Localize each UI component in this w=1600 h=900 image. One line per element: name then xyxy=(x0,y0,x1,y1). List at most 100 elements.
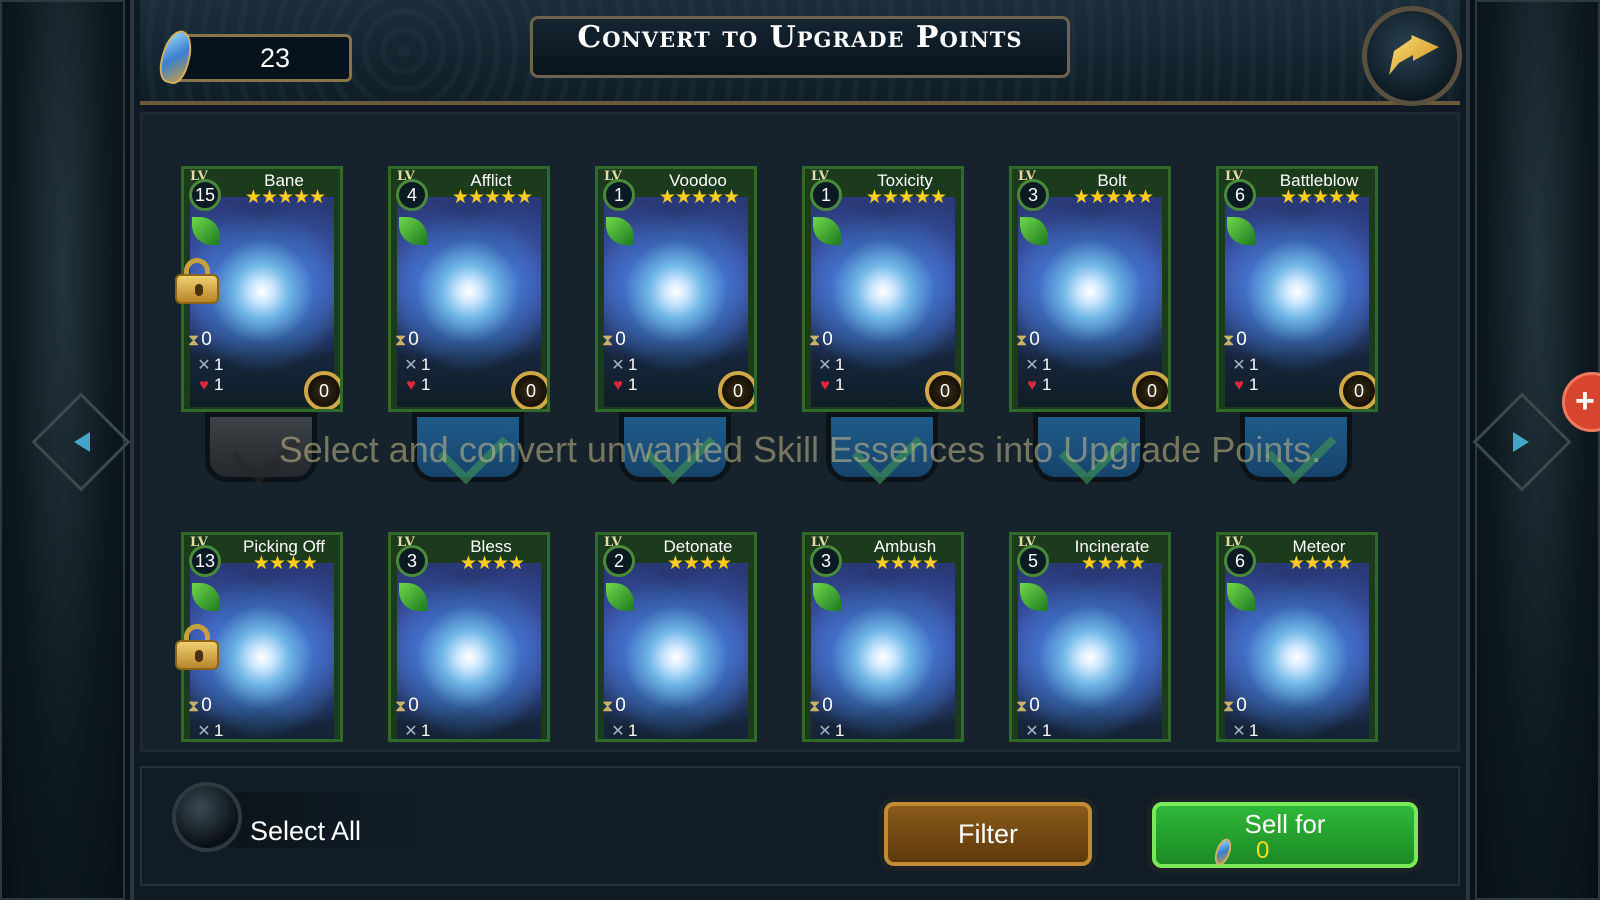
select-checkbox[interactable] xyxy=(205,412,317,485)
card-cooldown: ⧗ 0 xyxy=(602,695,626,717)
card-health: ♥1 xyxy=(608,741,637,742)
lock-icon[interactable] xyxy=(175,258,219,304)
card-attack-value: 1 xyxy=(835,355,845,374)
card-attack-value: 1 xyxy=(628,355,638,374)
card-cooldown-value: 0 xyxy=(615,695,626,716)
select-all-label[interactable]: Select All xyxy=(250,814,361,848)
card-cooldown-value: 0 xyxy=(1029,695,1040,716)
card-health-value: 1 xyxy=(1249,741,1258,742)
card-cooldown-value: 0 xyxy=(822,329,833,350)
card-stars: ★★★★ xyxy=(1080,553,1146,574)
next-page-arrow-icon[interactable] xyxy=(1513,432,1529,452)
card-level: 5 xyxy=(1017,545,1049,577)
card-attack: ✕ 1 xyxy=(1022,721,1051,739)
hourglass-icon: ⧗ xyxy=(188,698,200,715)
sell-value: 0 xyxy=(1256,837,1270,864)
card-health-value: 1 xyxy=(421,375,431,394)
select-all-toggle[interactable] xyxy=(172,782,242,852)
card-attack-value: 1 xyxy=(628,721,638,740)
card-stars: ★★★★★ xyxy=(1279,187,1361,208)
card-cooldown: ⧗ 0 xyxy=(395,329,419,351)
card-health-value: 1 xyxy=(1042,741,1051,742)
card-cooldown: ⧗ 0 xyxy=(1223,695,1247,717)
card-cooldown: ⧗ 0 xyxy=(395,695,419,717)
upgrade-point-badge: 0 xyxy=(718,371,754,409)
sword-icon: ✕ xyxy=(818,723,832,740)
heart-icon: ♥ xyxy=(820,377,830,394)
upgrade-point-badge: 0 xyxy=(1132,371,1168,409)
card-health: ♥1 xyxy=(1229,375,1258,395)
skill-card[interactable]: LV3Bless★★★★⧗0✕1♥1 xyxy=(388,532,550,742)
sell-button[interactable]: Sell for 0 xyxy=(1152,802,1418,868)
left-frame xyxy=(0,0,131,900)
upgrade-point-badge: 0 xyxy=(1339,371,1375,409)
skill-card[interactable]: LV2Detonate★★★★⧗0✕1♥1 xyxy=(595,532,757,742)
card-level: 3 xyxy=(396,545,428,577)
skill-card[interactable]: LV3Ambush★★★★⧗0✕1♥1 xyxy=(802,532,964,742)
select-checkbox[interactable] xyxy=(1240,412,1352,485)
sword-icon: ✕ xyxy=(1025,357,1039,374)
card-cooldown-value: 0 xyxy=(615,329,626,350)
card-attack-value: 1 xyxy=(835,721,845,740)
hourglass-icon: ⧗ xyxy=(602,698,614,715)
card-attack: ✕ 1 xyxy=(1022,355,1051,375)
prev-page-arrow-icon[interactable] xyxy=(74,432,90,452)
card-health-value: 1 xyxy=(1249,375,1259,394)
check-icon xyxy=(230,413,302,485)
sell-label: Sell for xyxy=(1244,809,1326,839)
card-attack: ✕ 1 xyxy=(401,355,430,375)
page-title: Convert to Upgrade Points xyxy=(577,20,1023,55)
skill-card[interactable]: LV6Meteor★★★★⧗0✕1♥1 xyxy=(1216,532,1378,742)
card-level: 4 xyxy=(396,179,428,211)
card-stars: ★★★★★ xyxy=(451,187,533,208)
card-level: 2 xyxy=(603,545,635,577)
skill-card[interactable]: LV 1 Toxicity ★★★★★ ⧗ 0 ✕ 1 ♥ 1 0 xyxy=(802,166,964,412)
skill-card[interactable]: LV 6 Battleblow ★★★★★ ⧗ 0 ✕ 1 ♥ 1 0 xyxy=(1216,166,1378,412)
card-health: ♥1 xyxy=(608,375,637,395)
check-icon xyxy=(1265,413,1337,485)
card-cooldown-value: 0 xyxy=(1236,329,1247,350)
hourglass-icon: ⧗ xyxy=(1223,698,1235,715)
sword-icon: ✕ xyxy=(1232,723,1246,740)
select-checkbox[interactable] xyxy=(826,412,938,485)
select-checkbox[interactable] xyxy=(619,412,731,485)
card-stars: ★★★★★ xyxy=(1072,187,1154,208)
skill-card[interactable]: LV5Incinerate★★★★⧗0✕1♥1 xyxy=(1009,532,1171,742)
card-health-value: 1 xyxy=(421,741,430,742)
card-cooldown: ⧗ 0 xyxy=(1016,329,1040,351)
card-attack: ✕ 1 xyxy=(608,355,637,375)
sword-icon: ✕ xyxy=(404,357,418,374)
card-cooldown: ⧗ 0 xyxy=(602,329,626,351)
card-health: ♥1 xyxy=(1229,741,1258,742)
check-icon xyxy=(644,413,716,485)
select-checkbox[interactable] xyxy=(412,412,524,485)
card-cooldown: ⧗ 0 xyxy=(188,695,212,717)
card-health-value: 1 xyxy=(1042,375,1052,394)
hourglass-icon: ⧗ xyxy=(395,698,407,715)
card-level: 3 xyxy=(810,545,842,577)
card-attack-value: 1 xyxy=(214,721,224,740)
card-cooldown: ⧗ 0 xyxy=(188,329,212,351)
sell-gem-icon xyxy=(1211,836,1235,868)
card-health-value: 1 xyxy=(628,741,637,742)
heart-icon: ♥ xyxy=(613,377,623,394)
skill-card[interactable]: LV 4 Afflict ★★★★★ ⧗ 0 ✕ 1 ♥ 1 0 xyxy=(388,166,550,412)
check-icon xyxy=(437,413,509,485)
select-checkbox[interactable] xyxy=(1033,412,1145,485)
card-health: ♥1 xyxy=(815,375,844,395)
card-health: ♥1 xyxy=(1022,741,1051,742)
skill-card[interactable]: LV 3 Bolt ★★★★★ ⧗ 0 ✕ 1 ♥ 1 0 xyxy=(1009,166,1171,412)
card-attack-value: 1 xyxy=(214,355,224,374)
card-cooldown-value: 0 xyxy=(1236,695,1247,716)
card-cooldown-value: 0 xyxy=(408,329,419,350)
card-level: 6 xyxy=(1224,179,1256,211)
filter-button[interactable]: Filter xyxy=(884,802,1092,866)
hourglass-icon: ⧗ xyxy=(395,332,407,349)
back-button[interactable] xyxy=(1362,6,1462,106)
skill-card[interactable]: LV 1 Voodoo ★★★★★ ⧗ 0 ✕ 1 ♥ 1 0 xyxy=(595,166,757,412)
lock-icon[interactable] xyxy=(175,624,219,670)
card-health-value: 1 xyxy=(835,375,845,394)
heart-icon: ♥ xyxy=(406,377,416,394)
card-cooldown: ⧗ 0 xyxy=(1016,695,1040,717)
card-health-value: 1 xyxy=(214,741,223,742)
